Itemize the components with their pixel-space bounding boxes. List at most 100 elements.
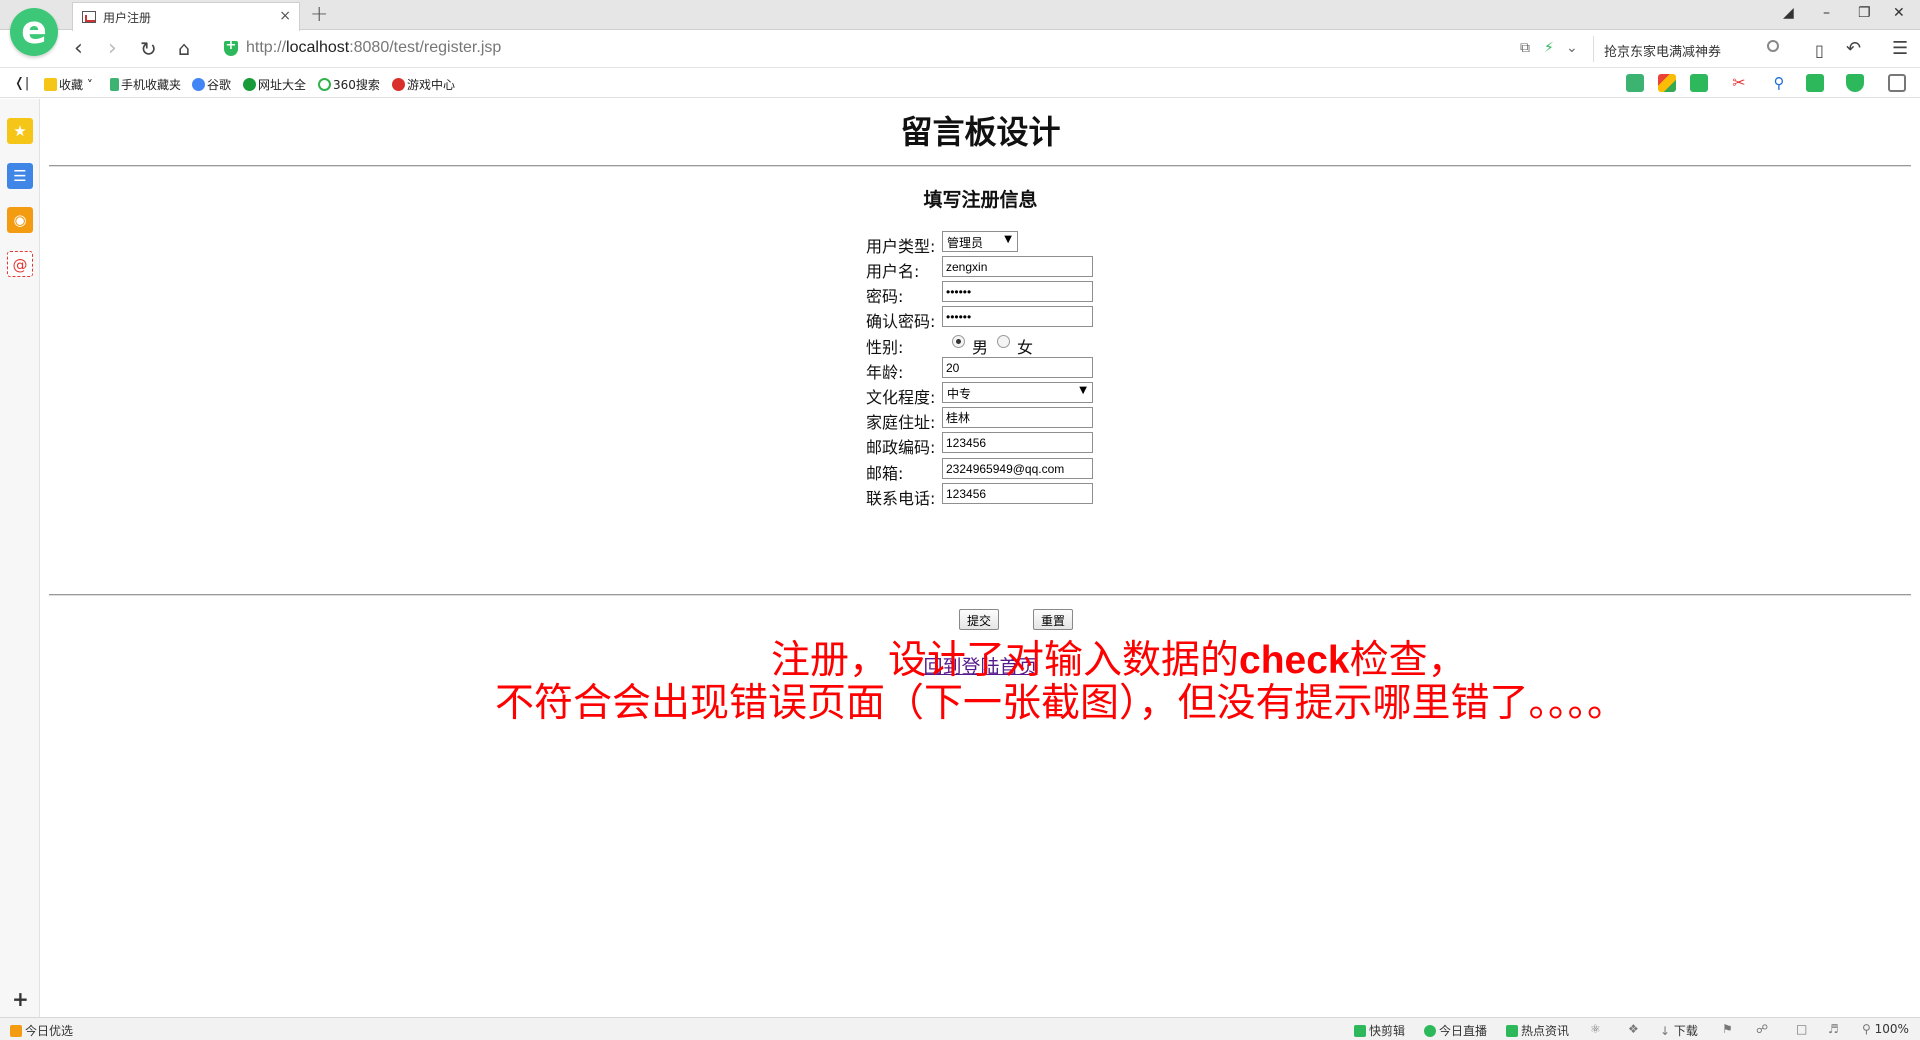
reader-icon[interactable]	[1626, 74, 1644, 92]
restore-icon[interactable]: ❐	[1858, 5, 1871, 21]
close-window-icon[interactable]: ✕	[1893, 5, 1905, 21]
url-text: http://localhost:8080/test/register.jsp	[246, 39, 502, 56]
education-select[interactable]: 中专 ▼	[942, 382, 1093, 403]
gift-icon	[10, 1025, 22, 1037]
status-live[interactable]: 今日直播	[1424, 1022, 1487, 1039]
password-label: 密码:	[866, 287, 904, 306]
browser-logo-icon[interactable]: e	[10, 8, 58, 56]
directory-icon	[243, 78, 256, 91]
email-label: 邮箱:	[866, 464, 904, 483]
education-label: 文化程度:	[866, 388, 936, 407]
app-store-icon[interactable]	[1658, 74, 1676, 92]
game-icon	[392, 78, 405, 91]
skin-icon[interactable]: ◢	[1783, 5, 1794, 21]
phone-input[interactable]	[942, 483, 1093, 504]
confirm-password-label: 确认密码:	[866, 312, 936, 331]
search-360-icon	[318, 78, 331, 91]
bookmark-google[interactable]: 谷歌	[192, 76, 231, 93]
tab-strip: 用户注册 × + ◢ – ❐ ✕	[0, 0, 1920, 31]
user-type-select[interactable]: 管理员 ▼	[942, 231, 1018, 252]
status-pin-icon[interactable]: ❖	[1628, 1022, 1639, 1036]
status-hot-news[interactable]: 热点资讯	[1506, 1022, 1569, 1039]
username-label: 用户名:	[866, 262, 920, 281]
status-volume-icon[interactable]: ♬	[1828, 1022, 1839, 1036]
home-icon[interactable]: ⌂	[178, 37, 190, 61]
undo-close-icon[interactable]: ↶	[1846, 37, 1861, 61]
status-clean-icon[interactable]: ☍	[1756, 1022, 1768, 1036]
screenshot-icon[interactable]: ✂	[1730, 74, 1748, 92]
download-icon: ↓	[1660, 1024, 1671, 1038]
age-input[interactable]	[942, 357, 1093, 378]
news-list-icon[interactable]: ☰	[7, 163, 33, 189]
today-picks[interactable]: 今日优选	[10, 1022, 73, 1039]
bookmark-mobile[interactable]: 手机收藏夹	[110, 76, 181, 93]
confirm-password-input[interactable]	[942, 306, 1093, 327]
back-icon[interactable]: ‹	[74, 37, 83, 61]
status-accelerate-icon[interactable]: ⚛	[1590, 1022, 1601, 1036]
chevron-down-icon[interactable]: ⌄	[1566, 40, 1578, 56]
search-box[interactable]: 抢京东家电满减神券	[1593, 36, 1783, 62]
gamepad-icon[interactable]	[1806, 74, 1824, 92]
status-quick-edit[interactable]: 快剪辑	[1354, 1022, 1405, 1039]
bookmarks-bar: ❬| 收藏 ˅ 手机收藏夹 谷歌 网址大全 360搜索 游戏中心 ✂ ⚲	[0, 69, 1920, 98]
zoom-icon: ⚲	[1862, 1022, 1871, 1036]
email-at-icon[interactable]: @	[7, 251, 33, 277]
gender-female-label: 女	[1017, 338, 1034, 357]
reload-icon[interactable]: ↻	[140, 37, 157, 61]
sidebar-add-icon[interactable]: +	[12, 987, 29, 1011]
weibo-icon[interactable]: ◉	[7, 207, 33, 233]
speed-mode-icon[interactable]: ⚡	[1544, 40, 1554, 56]
extensions-grid-icon[interactable]	[1888, 74, 1906, 92]
status-window-icon[interactable]: □	[1796, 1022, 1807, 1036]
submit-button[interactable]: 提交	[959, 609, 1000, 630]
status-download[interactable]: ↓ 下载	[1660, 1022, 1698, 1039]
status-zoom[interactable]: ⚲ 100%	[1862, 1022, 1909, 1036]
page-favicon-icon	[82, 11, 96, 23]
email-input[interactable]	[942, 458, 1093, 479]
browser-tab[interactable]: 用户注册 ×	[72, 2, 300, 31]
search-suggestion: 抢京东家电满减神券	[1604, 45, 1722, 60]
translate-icon[interactable]	[1690, 74, 1708, 92]
sidebar-toggle-icon[interactable]: ❬|	[14, 76, 29, 91]
forward-icon[interactable]: ›	[108, 37, 117, 61]
security-shield-icon[interactable]	[1846, 74, 1864, 92]
bookmark-favorites[interactable]: 收藏 ˅	[44, 76, 93, 93]
age-label: 年龄:	[866, 363, 904, 382]
search-icon[interactable]	[1767, 40, 1779, 52]
reset-button[interactable]: 重置	[1033, 609, 1074, 630]
secure-shield-icon	[224, 38, 238, 56]
bookmark-url-directory[interactable]: 网址大全	[243, 76, 306, 93]
zip-label: 邮政编码:	[866, 438, 936, 457]
mobile-icon[interactable]: ▯	[1815, 39, 1824, 63]
password-input[interactable]	[942, 281, 1093, 302]
find-icon[interactable]: ⚲	[1770, 74, 1788, 92]
play-icon	[1424, 1025, 1436, 1037]
gender-female-radio[interactable]	[997, 335, 1010, 348]
menu-icon[interactable]: ☰	[1892, 37, 1908, 61]
new-tab-button[interactable]: +	[310, 2, 328, 27]
form-heading: 填写注册信息	[923, 189, 1038, 211]
divider	[49, 165, 1911, 167]
address-bar: ‹ › ↻ ⌂ http://localhost:8080/test/regis…	[0, 31, 1920, 68]
url-field[interactable]: http://localhost:8080/test/register.jsp	[224, 36, 1504, 62]
annotation-line-2: 不符合会出现错误页面（下一张截图），但没有提示哪里错了。。。。	[495, 681, 1627, 726]
favorites-star-icon[interactable]: ★	[7, 118, 33, 144]
address-input[interactable]	[942, 407, 1093, 428]
minimize-icon[interactable]: –	[1823, 5, 1830, 21]
news-icon	[1506, 1025, 1518, 1037]
share-icon[interactable]: ⧉	[1520, 40, 1530, 56]
gender-male-radio[interactable]	[952, 335, 965, 348]
zip-input[interactable]	[942, 432, 1093, 453]
username-input[interactable]	[942, 256, 1093, 277]
bookmark-game-center[interactable]: 游戏中心	[392, 76, 455, 93]
address-label: 家庭住址:	[866, 413, 936, 432]
bookmark-360-search[interactable]: 360搜索	[318, 76, 380, 93]
tab-close-icon[interactable]: ×	[279, 8, 291, 24]
dropdown-arrow-icon: ▼	[1079, 385, 1087, 396]
video-edit-icon	[1354, 1025, 1366, 1037]
user-type-value: 管理员	[947, 236, 984, 250]
page-content: 留言板设计 填写注册信息 用户类型: 管理员 ▼ 用户名: 密码: 确认密码: …	[41, 99, 1920, 1017]
phone-label: 联系电话:	[866, 489, 936, 508]
status-flag-icon[interactable]: ⚑	[1722, 1022, 1733, 1036]
star-icon	[44, 78, 57, 91]
